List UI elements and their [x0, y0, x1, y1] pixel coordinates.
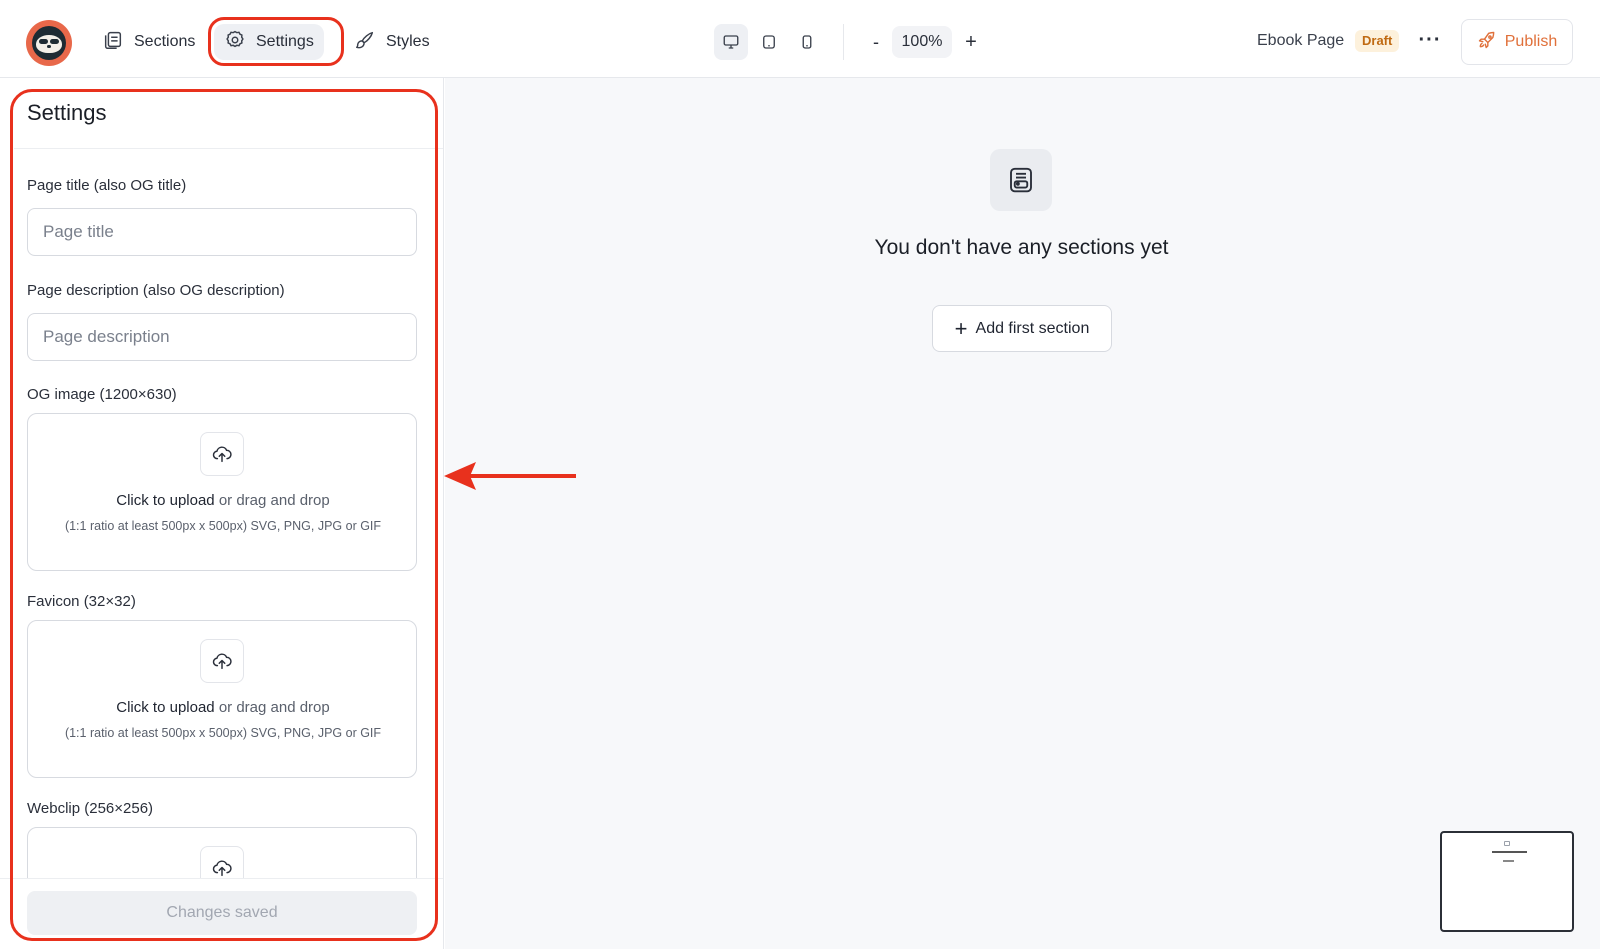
- empty-state-message: You don't have any sections yet: [874, 236, 1169, 259]
- tablet-icon: [763, 35, 775, 49]
- sloth-logo-icon: [32, 26, 66, 60]
- favicon-upload[interactable]: Click to upload or drag and drop (1:1 ra…: [27, 620, 417, 778]
- panel-divider: [14, 148, 443, 149]
- page-description-label: Page description (also OG description): [27, 282, 285, 299]
- upload-instructions: Click to upload or drag and drop: [28, 492, 418, 509]
- upload-instructions-rest: or drag and drop: [214, 492, 330, 509]
- click-to-upload-link[interactable]: Click to upload: [116, 492, 214, 509]
- desktop-view-button[interactable]: [714, 24, 748, 60]
- upload-instructions: Click to upload or drag and drop: [28, 699, 418, 716]
- more-options-button[interactable]: ···: [1414, 26, 1446, 58]
- tablet-view-button[interactable]: [752, 24, 786, 60]
- tab-styles[interactable]: Styles: [344, 24, 440, 60]
- webclip-label: Webclip (256×256): [27, 800, 154, 817]
- panel-footer: Changes saved: [0, 878, 443, 949]
- upload-hint: (1:1 ratio at least 500px x 500px) SVG, …: [64, 519, 382, 533]
- app-logo[interactable]: [26, 20, 72, 66]
- page-name[interactable]: Ebook Page: [1257, 32, 1344, 50]
- page-minimap[interactable]: [1440, 831, 1574, 932]
- status-badge: Draft: [1355, 30, 1400, 52]
- sections-icon: [102, 29, 124, 56]
- top-toolbar: Sections Settings Styles - 100% + Ebook …: [0, 0, 1600, 78]
- publish-label: Publish: [1504, 33, 1558, 50]
- tab-settings[interactable]: Settings: [214, 24, 324, 60]
- desktop-icon: [723, 35, 739, 49]
- click-to-upload-link[interactable]: Click to upload: [116, 699, 214, 716]
- device-switcher: [714, 24, 824, 60]
- zoom-in-button[interactable]: +: [959, 28, 983, 56]
- tab-settings-label: Settings: [256, 33, 314, 50]
- publish-button[interactable]: Publish: [1461, 19, 1573, 65]
- upload-instructions-rest: or drag and drop: [214, 699, 330, 716]
- gear-icon: [224, 29, 246, 56]
- panel-title: Settings: [27, 100, 107, 125]
- favicon-label: Favicon (32×32): [27, 593, 136, 610]
- og-image-upload[interactable]: Click to upload or drag and drop (1:1 ra…: [27, 413, 417, 571]
- tab-styles-label: Styles: [386, 33, 430, 50]
- add-first-section-button[interactable]: + Add first section: [932, 305, 1112, 352]
- toolbar-divider: [843, 24, 844, 60]
- tab-sections[interactable]: Sections: [92, 24, 205, 60]
- brush-icon: [354, 29, 376, 56]
- empty-page-icon: [990, 149, 1052, 211]
- changes-saved-button[interactable]: Changes saved: [27, 891, 417, 935]
- tab-sections-label: Sections: [134, 33, 196, 50]
- mobile-view-button[interactable]: [790, 24, 824, 60]
- mobile-icon: [802, 35, 812, 49]
- annotation-arrow-icon: [444, 462, 576, 490]
- upload-hint: (1:1 ratio at least 500px x 500px) SVG, …: [64, 726, 382, 740]
- page-title-label: Page title (also OG title): [27, 177, 187, 194]
- page-description-input[interactable]: [27, 313, 417, 361]
- page-canvas: You don't have any sections yet + Add fi…: [445, 78, 1600, 949]
- page-title-input[interactable]: [27, 208, 417, 256]
- upload-cloud-icon: [200, 432, 244, 476]
- rocket-icon: [1477, 30, 1497, 55]
- upload-cloud-icon: [200, 639, 244, 683]
- zoom-out-button[interactable]: -: [864, 28, 888, 56]
- og-image-label: OG image (1200×630): [27, 386, 177, 403]
- settings-panel: Settings Page title (also OG title) Page…: [0, 78, 444, 949]
- plus-icon: +: [954, 315, 968, 341]
- zoom-level[interactable]: 100%: [892, 26, 952, 58]
- add-first-section-label: Add first section: [975, 319, 1090, 337]
